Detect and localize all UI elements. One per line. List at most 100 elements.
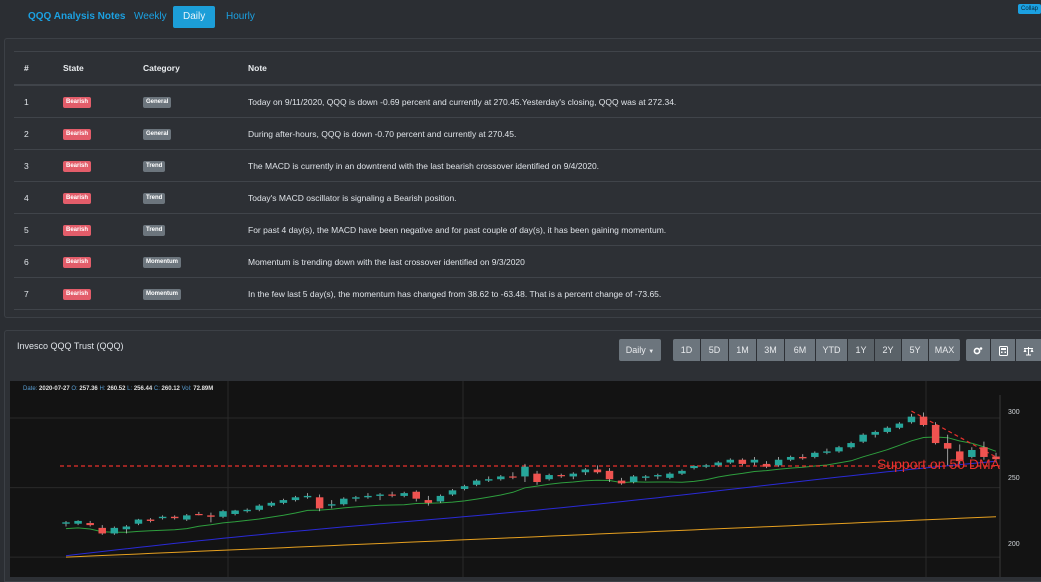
candle-body <box>762 463 771 467</box>
candle-body <box>207 515 215 517</box>
candle-body <box>943 443 952 449</box>
note-text: In the few last 5 day(s), the momentum h… <box>247 277 1041 310</box>
category-cell: Trend <box>142 181 247 214</box>
range-button-1d[interactable]: 1D <box>673 339 700 361</box>
candle-body <box>750 459 759 463</box>
interval-dropdown[interactable]: Daily ▼ <box>619 339 661 361</box>
candle-body <box>726 459 735 463</box>
category-cell: Momentum <box>142 277 247 310</box>
candle-body <box>509 476 517 478</box>
candle-body <box>641 476 650 478</box>
candle-body <box>919 416 928 425</box>
range-button-2y[interactable]: 2Y <box>875 339 901 361</box>
tab-hourly[interactable]: Hourly <box>216 6 265 28</box>
header-category: Category <box>142 51 247 86</box>
candle-body <box>521 466 529 477</box>
candle-body <box>110 527 119 534</box>
note-text: Today's MACD oscillator is signaling a B… <box>247 181 1041 214</box>
readout-close-label: C: <box>153 386 160 392</box>
ma-fast-line <box>65 436 997 533</box>
candle-body <box>835 447 843 452</box>
header-note: Note <box>247 51 1041 86</box>
candle-body <box>279 500 288 503</box>
candle-body <box>364 495 372 498</box>
range-button-6m[interactable]: 6M <box>785 339 815 361</box>
candle-body <box>267 502 276 506</box>
candle-body <box>690 466 698 469</box>
candle-body <box>811 452 819 457</box>
candle-body <box>255 505 263 510</box>
candle-body <box>219 511 227 517</box>
support-annotation: Support on 50 DMA <box>877 456 1000 472</box>
readout-close: 260.12 <box>161 386 180 392</box>
state-badge: Bearish <box>63 97 92 108</box>
scale-icon <box>1023 346 1034 356</box>
candle-body <box>533 473 541 482</box>
interval-label: Daily <box>625 345 646 355</box>
readout-low-label: L: <box>127 386 133 392</box>
candle-body <box>666 473 674 478</box>
readout-open-label: O: <box>71 386 78 392</box>
header-state: State <box>62 51 142 86</box>
candle-body <box>291 497 300 501</box>
collapse-button[interactable]: Collap <box>1018 4 1041 14</box>
candle-body <box>122 526 131 530</box>
range-button-5y[interactable]: 5Y <box>902 339 928 361</box>
candle-body <box>303 495 312 498</box>
top-nav: QQQ Analysis Notes Weekly Daily Hourly C… <box>0 0 1041 36</box>
candle-body <box>605 470 614 480</box>
category-cell: Trend <box>142 213 247 246</box>
candle-body <box>871 431 879 435</box>
notes-table: # State Category Note 1 Bearish General Tod… <box>14 51 1041 310</box>
candle-body <box>327 504 336 506</box>
calculator-button[interactable] <box>991 339 1015 361</box>
candle-body <box>617 480 626 484</box>
ma-200-line <box>65 516 997 558</box>
caret-down-icon: ▼ <box>648 349 655 355</box>
candlestick-chart[interactable] <box>10 381 1041 577</box>
candle-body <box>460 486 469 489</box>
candle-body <box>678 470 686 474</box>
tab-daily[interactable]: Daily <box>173 6 216 28</box>
candle-body <box>786 456 795 460</box>
readout-high: 260.52 <box>107 386 126 392</box>
candle-body <box>315 497 324 509</box>
candle-body <box>340 498 348 505</box>
brand-tab[interactable]: QQQ Analysis Notes <box>18 6 125 28</box>
candle-body <box>231 510 239 514</box>
row-number: 4 <box>14 181 62 214</box>
state-cell: Bearish <box>62 213 142 246</box>
chart-area[interactable] <box>10 381 1041 577</box>
state-cell: Bearish <box>62 85 142 118</box>
row-number: 2 <box>14 117 62 150</box>
candle-body <box>738 459 747 464</box>
candle-body <box>859 434 867 442</box>
tab-weekly[interactable]: Weekly <box>124 6 177 28</box>
readout-date: 2020-07-27 <box>39 386 70 392</box>
y-tick-label-250: 250 <box>1008 475 1020 482</box>
table-row: 6 Bearish Momentum Momentum is trending dow… <box>14 245 1041 278</box>
candle-body <box>654 475 662 477</box>
range-button-1y[interactable]: 1Y <box>848 339 874 361</box>
state-cell: Bearish <box>62 277 142 310</box>
note-text: The MACD is currently in an downtrend wi… <box>247 149 1041 182</box>
table-row: 3 Bearish Trend The MACD is currently in an… <box>14 149 1041 182</box>
category-badge: Momentum <box>143 257 181 268</box>
state-badge: Bearish <box>63 129 92 140</box>
range-button-5d[interactable]: 5D <box>701 339 728 361</box>
candle-body <box>545 475 553 480</box>
candle-body <box>847 443 855 448</box>
state-cell: Bearish <box>62 149 142 182</box>
readout-low: 256.44 <box>133 386 153 392</box>
scale-button[interactable] <box>1016 339 1041 361</box>
candle-body <box>158 516 167 519</box>
state-badge: Bearish <box>63 193 92 204</box>
category-badge: General <box>143 129 172 140</box>
candle-body <box>883 427 892 432</box>
range-button-ytd[interactable]: YTD <box>816 339 847 361</box>
settings-button[interactable] <box>966 339 990 361</box>
range-button-1m[interactable]: 1M <box>729 339 756 361</box>
range-button-max[interactable]: MAX <box>929 339 960 361</box>
candle-body <box>86 523 94 526</box>
range-button-3m[interactable]: 3M <box>757 339 784 361</box>
